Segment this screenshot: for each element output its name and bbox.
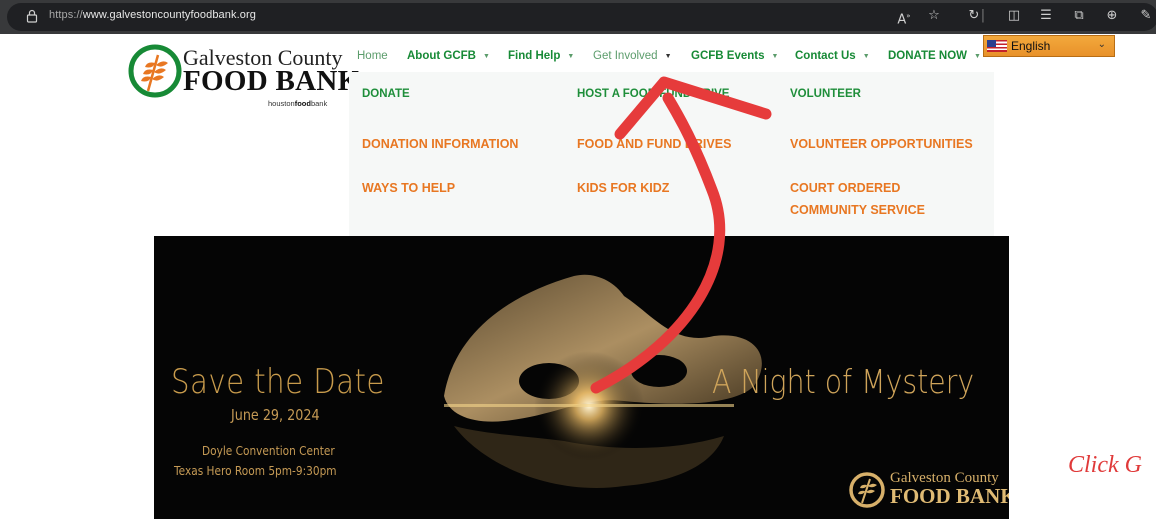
dropdown-heading-donate[interactable]: DONATE [362,88,410,100]
banner-date: June 29, 2024 [231,406,320,424]
wheat-logo-icon [849,472,885,508]
chevron-down-icon: ▼ [974,53,981,60]
dropdown-heading-host-drive[interactable]: HOST A FOOD/FUND DRIVE [577,88,729,100]
favorite-star-icon[interactable]: ☆ [926,8,942,24]
dropdown-link-ways-to-help[interactable]: WAYS TO HELP [362,181,455,195]
language-select[interactable]: English ⌄ [983,35,1115,57]
nav-contact-label: Contact Us [795,50,856,62]
nav-donate-now[interactable]: DONATE NOW ▼ [888,50,981,62]
dropdown-link-donation-info[interactable]: DONATION INFORMATION [362,137,518,151]
banner-logo-line2: FOOD BANK [890,484,1009,508]
extensions-icon[interactable]: ✎ [1138,8,1154,24]
event-banner[interactable]: Save the Date June 29, 2024 Doyle Conven… [154,236,1009,519]
nav-get-involved-label: Get Involved [593,50,658,62]
download-icon[interactable]: ⊕ [1104,8,1120,24]
nav-home[interactable]: Home [357,50,388,62]
dropdown-link-court-ordered[interactable]: COURT ORDERED [790,181,900,195]
chevron-down-icon: ▼ [567,53,575,60]
split-screen-icon[interactable]: ◫ [1006,8,1022,24]
read-aloud-icon[interactable]: A» [896,8,912,27]
partner-prefix: houston [268,99,295,108]
lock-icon[interactable] [26,9,38,23]
nav-find-help-label: Find Help [508,50,561,62]
nav-about-label: About GCFB [407,50,476,62]
toolbar-divider: | [980,8,986,23]
wheat-logo-icon [128,44,182,98]
logo-line2: FOOD BANK [183,65,361,97]
chevron-down-icon: ▼ [664,53,672,60]
banner-event-name: A Night of Mystery [712,362,975,401]
get-involved-dropdown: DONATE DONATION INFORMATION WAYS TO HELP… [349,72,994,236]
nav-about[interactable]: About GCFB ▼ [407,50,490,62]
favorites-list-icon[interactable]: ☰ [1038,8,1054,24]
dropdown-heading-volunteer[interactable]: VOLUNTEER [790,88,861,100]
nav-gcfb-events[interactable]: GCFB Events ▼ [691,50,778,62]
partner-badge: houstonfoodbank [268,99,327,108]
dropdown-link-community-service[interactable]: COMMUNITY SERVICE [790,203,925,217]
nav-events-label: GCFB Events [691,50,765,62]
banner-logo: Galveston County FOOD BANK [846,468,1009,514]
partner-suffix: bank [310,99,328,108]
url-text[interactable]: https://www.galvestoncountyfoodbank.org [49,9,256,21]
banner-headline: Save the Date [171,362,385,402]
dropdown-link-food-fund-drives[interactable]: FOOD AND FUND DRIVES [577,137,731,151]
site-logo[interactable]: Galveston County FOOD BANK houstonfoodba… [128,43,360,125]
dropdown-link-volunteer-opportunities[interactable]: VOLUNTEER OPPORTUNITIES [790,137,973,151]
language-label: English [1011,39,1051,53]
chevron-down-icon: ⌄ [1097,39,1106,50]
browser-toolbar: https://www.galvestoncountyfoodbank.org … [0,0,1156,34]
nav-find-help[interactable]: Find Help ▼ [508,50,574,62]
annotation-text: Click G [1068,452,1142,478]
us-flag-icon [987,40,1007,52]
nav-get-involved[interactable]: Get Involved ▼ [593,50,672,62]
banner-room-time: Texas Hero Room 5pm-9:30pm [174,464,337,478]
page-root: https://www.galvestoncountyfoodbank.org … [0,0,1156,519]
chevron-down-icon: ▼ [482,53,490,60]
url-scheme: https:// [49,9,83,21]
nav-contact[interactable]: Contact Us ▼ [795,50,870,62]
url-host: www.galvestoncountyfoodbank.org [82,9,256,21]
banner-venue: Doyle Convention Center [202,444,335,458]
dropdown-link-kids-for-kidz[interactable]: KIDS FOR KIDZ [577,181,669,195]
nav-donate-label: DONATE NOW [888,50,968,62]
chevron-down-icon: ▼ [771,53,779,60]
collections-icon[interactable]: ⧉ [1071,8,1087,24]
partner-bold: food [294,99,311,108]
chevron-down-icon: ▼ [862,53,870,60]
